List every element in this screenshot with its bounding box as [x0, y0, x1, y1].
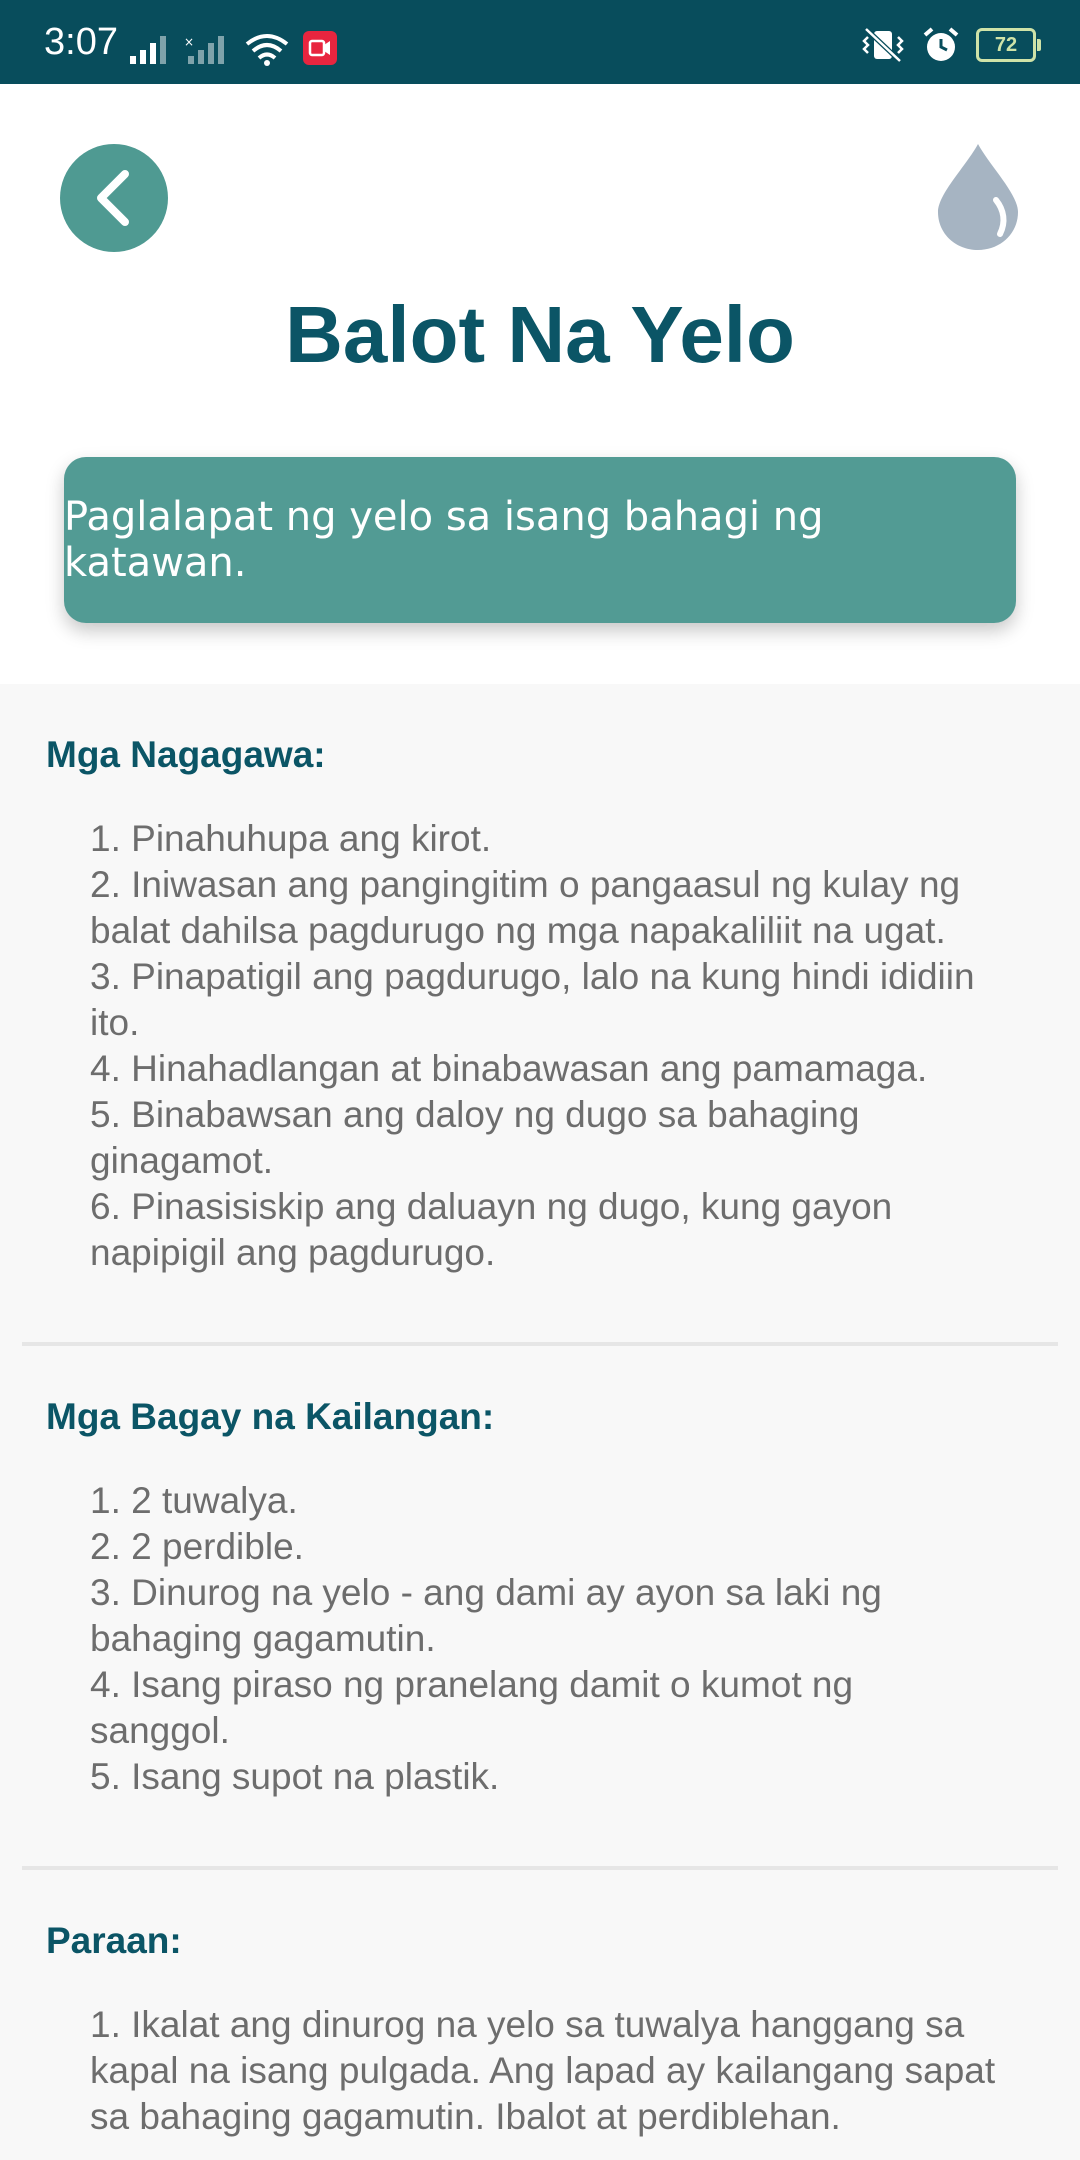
item-list: 1. Pinahuhupa ang kirot. 2. Iniwasan ang…	[46, 816, 1036, 1276]
item-list: 1. 2 tuwalya. 2. 2 perdible. 3. Dinurog …	[46, 1478, 1036, 1800]
list-item: 1. 2 tuwalya.	[90, 1480, 298, 1521]
summary-text: Paglalapat ng yelo sa isang bahagi ng ka…	[64, 494, 824, 586]
list-item: 2. Iniwasan ang pangingitim o pangaasul …	[90, 864, 961, 951]
section-heading: Mga Bagay na Kailangan:	[46, 1396, 495, 1437]
list-item: 1. Pinahuhupa ang kirot.	[90, 818, 492, 859]
header: Balot Na Yelo Paglalapat ng yelo sa isan…	[0, 84, 1080, 684]
battery-icon: 72	[976, 28, 1041, 62]
status-time: 3:07	[44, 21, 118, 63]
section-heading: Paraan:	[46, 1920, 182, 1961]
wifi-icon	[245, 34, 289, 66]
vibrate-icon	[862, 27, 904, 63]
status-bar: 3:07 × 72	[0, 0, 1080, 84]
section-paraan: Paraan: 1. Ikalat ang dinurog na yelo sa…	[0, 1870, 1080, 2140]
list-item: 4. Isang piraso ng pranelang damit o kum…	[90, 1664, 854, 1751]
section-heading: Mga Nagagawa:	[46, 734, 326, 775]
status-right-icons: 72	[860, 26, 1041, 64]
signal-no-sim-icon: ×	[184, 35, 224, 64]
section-kailangan: Mga Bagay na Kailangan: 1. 2 tuwalya. 2.…	[0, 1346, 1080, 1800]
list-item: 5. Isang supot na plastik.	[90, 1756, 500, 1797]
list-item: 5. Binabawsan ang daloy ng dugo sa bahag…	[90, 1094, 860, 1181]
list-item: 2. 2 perdible.	[90, 1526, 304, 1567]
page-title: Balot Na Yelo	[285, 290, 795, 379]
item-list: 1. Ikalat ang dinurog na yelo sa tuwalya…	[46, 2002, 1036, 2140]
signal-icon	[130, 36, 166, 64]
water-drop-icon	[938, 144, 1018, 250]
list-item: 3. Dinurog na yelo - ang dami ay ayon sa…	[90, 1572, 882, 1659]
battery-level: 72	[994, 33, 1018, 56]
chevron-left-icon	[97, 170, 129, 226]
back-button[interactable]	[60, 144, 168, 252]
status-left-icons: ×	[128, 30, 338, 66]
summary-card: Paglalapat ng yelo sa isang bahagi ng ka…	[64, 457, 1016, 623]
section-nagagawa: Mga Nagagawa: 1. Pinahuhupa ang kirot. 2…	[0, 684, 1080, 1276]
list-item: 1. Ikalat ang dinurog na yelo sa tuwalya…	[90, 2004, 996, 2137]
svg-text:×: ×	[184, 35, 194, 49]
list-item: 3. Pinapatigil ang pagdurugo, lalo na ku…	[90, 956, 975, 1043]
alarm-icon	[923, 27, 959, 61]
screen-record-icon	[303, 31, 337, 65]
content-area: Mga Nagagawa: 1. Pinahuhupa ang kirot. 2…	[0, 684, 1080, 2160]
list-item: 4. Hinahadlangan at binabawasan ang pama…	[90, 1048, 928, 1089]
list-item: 6. Pinasisiskip ang daluayn ng dugo, kun…	[90, 1186, 893, 1273]
